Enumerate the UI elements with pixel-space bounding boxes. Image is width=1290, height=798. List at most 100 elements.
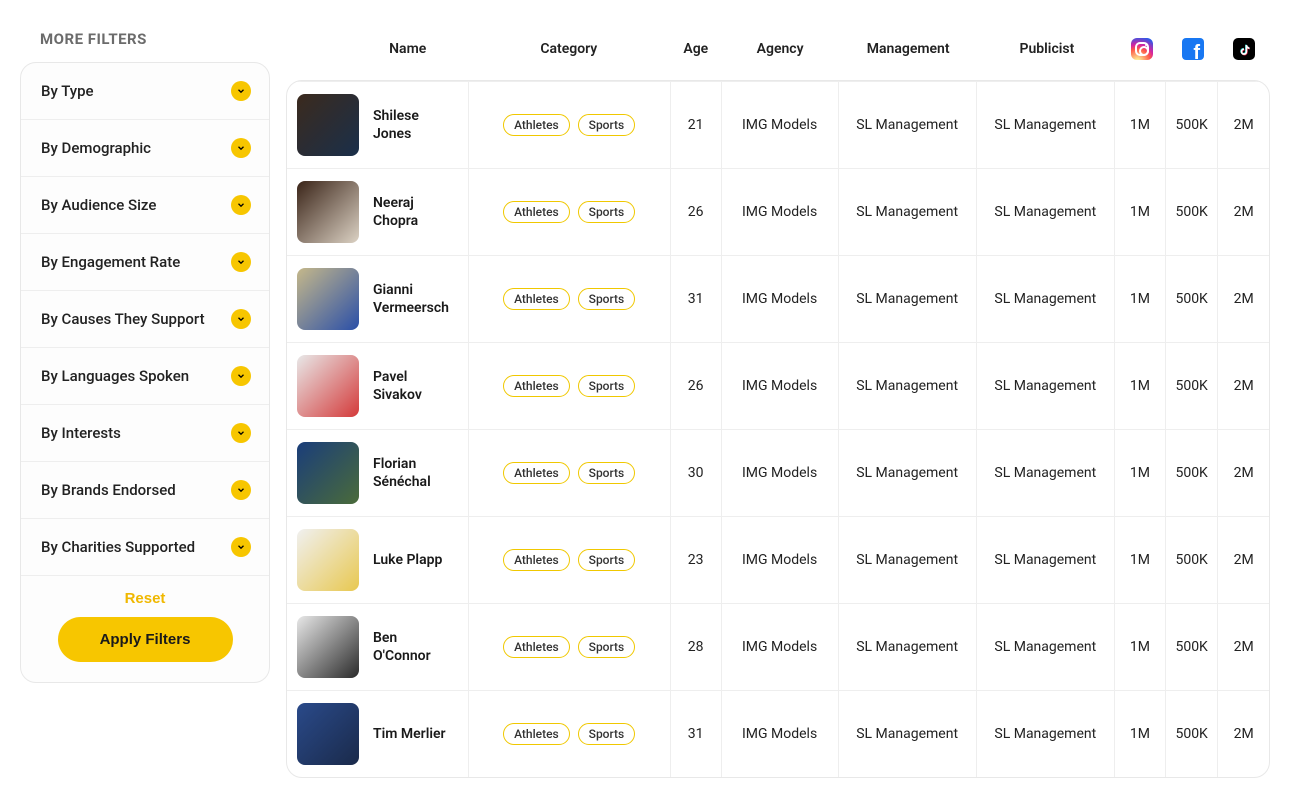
avatar: [297, 355, 359, 417]
chevron-down-icon: [231, 309, 251, 329]
tiktok-cell: 2M: [1218, 343, 1269, 430]
column-header-age[interactable]: Age: [670, 20, 721, 78]
filter-label: By Charities Supported: [41, 538, 195, 556]
avatar: [297, 94, 359, 156]
column-header-management[interactable]: Management: [839, 20, 978, 78]
filter-label: By Interests: [41, 424, 121, 442]
publicist-cell: SL Management: [976, 169, 1114, 256]
instagram-icon: [1131, 38, 1153, 60]
management-cell: SL Management: [838, 604, 976, 691]
column-header-tiktok[interactable]: [1219, 20, 1270, 78]
person-name: Florian Sénéchal: [373, 455, 453, 491]
agency-cell: IMG Models: [721, 256, 838, 343]
age-cell: 28: [670, 604, 721, 691]
table-row[interactable]: Luke PlappAthletesSports23IMG ModelsSL M…: [287, 517, 1269, 604]
filter-label: By Causes They Support: [41, 310, 205, 328]
column-header-publicist[interactable]: Publicist: [978, 20, 1117, 78]
avatar: [297, 181, 359, 243]
person-name: Ben O'Connor: [373, 629, 453, 665]
instagram-cell: 1M: [1114, 343, 1165, 430]
chevron-down-icon: [231, 195, 251, 215]
tiktok-icon: [1233, 38, 1255, 60]
filters-sidebar: MORE FILTERS By TypeBy DemographicBy Aud…: [20, 20, 270, 778]
age-cell: 26: [670, 169, 721, 256]
category-tag: Sports: [578, 462, 636, 484]
avatar: [297, 529, 359, 591]
filter-item[interactable]: By Charities Supported: [21, 519, 269, 576]
filter-item[interactable]: By Languages Spoken: [21, 348, 269, 405]
age-cell: 30: [670, 430, 721, 517]
tiktok-cell: 2M: [1218, 82, 1269, 169]
person-name: Tim Merlier: [373, 725, 446, 743]
table-row[interactable]: Tim MerlierAthletesSports31IMG ModelsSL …: [287, 691, 1269, 778]
column-header-instagram[interactable]: [1116, 20, 1167, 78]
management-cell: SL Management: [838, 430, 976, 517]
table-row[interactable]: Florian SénéchalAthletesSports30IMG Mode…: [287, 430, 1269, 517]
publicist-cell: SL Management: [976, 430, 1114, 517]
instagram-cell: 1M: [1114, 517, 1165, 604]
facebook-cell: 500K: [1165, 691, 1218, 778]
filter-list: By Type By Demographic By Audience Size By …: [20, 62, 270, 683]
age-cell: 31: [670, 256, 721, 343]
agency-cell: IMG Models: [721, 343, 838, 430]
management-cell: SL Management: [838, 691, 976, 778]
instagram-cell: 1M: [1114, 430, 1165, 517]
avatar: [297, 616, 359, 678]
filter-item[interactable]: By Interests: [21, 405, 269, 462]
facebook-cell: 500K: [1165, 343, 1218, 430]
column-header-name[interactable]: Name: [286, 20, 467, 78]
person-name: Pavel Sivakov: [373, 368, 453, 404]
filter-label: By Demographic: [41, 139, 151, 157]
chevron-down-icon: [231, 81, 251, 101]
tiktok-cell: 2M: [1218, 517, 1269, 604]
instagram-cell: 1M: [1114, 256, 1165, 343]
column-header-agency[interactable]: Agency: [721, 20, 838, 78]
tiktok-cell: 2M: [1218, 604, 1269, 691]
filter-label: By Brands Endorsed: [41, 481, 176, 499]
age-cell: 31: [670, 691, 721, 778]
chevron-down-icon: [231, 480, 251, 500]
filter-label: By Audience Size: [41, 196, 156, 214]
filter-item[interactable]: By Causes They Support: [21, 291, 269, 348]
table-row[interactable]: Gianni VermeerschAthletesSports31IMG Mod…: [287, 256, 1269, 343]
category-tag: Athletes: [503, 288, 570, 310]
category-tag: Athletes: [503, 549, 570, 571]
table-row[interactable]: Shilese JonesAthletesSports21IMG ModelsS…: [287, 82, 1269, 169]
chevron-down-icon: [231, 252, 251, 272]
category-tag: Sports: [578, 636, 636, 658]
chevron-down-icon: [231, 366, 251, 386]
publicist-cell: SL Management: [976, 256, 1114, 343]
facebook-cell: 500K: [1165, 256, 1218, 343]
agency-cell: IMG Models: [721, 604, 838, 691]
column-header-category[interactable]: Category: [467, 20, 670, 78]
apply-filters-button[interactable]: Apply Filters: [58, 617, 233, 662]
chevron-down-icon: [231, 423, 251, 443]
facebook-icon: f: [1182, 38, 1204, 60]
filter-item[interactable]: By Type: [21, 63, 269, 120]
management-cell: SL Management: [838, 517, 976, 604]
filter-item[interactable]: By Demographic: [21, 120, 269, 177]
filter-label: By Type: [41, 82, 94, 100]
management-cell: SL Management: [838, 256, 976, 343]
facebook-cell: 500K: [1165, 604, 1218, 691]
age-cell: 23: [670, 517, 721, 604]
filter-label: By Languages Spoken: [41, 367, 189, 385]
person-name: Gianni Vermeersch: [373, 281, 453, 317]
agency-cell: IMG Models: [721, 82, 838, 169]
filter-item[interactable]: By Engagement Rate: [21, 234, 269, 291]
table-row[interactable]: Ben O'ConnorAthletesSports28IMG ModelsSL…: [287, 604, 1269, 691]
person-name: Neeraj Chopra: [373, 194, 453, 230]
table-row[interactable]: Neeraj ChopraAthletesSports26IMG ModelsS…: [287, 169, 1269, 256]
column-header-facebook[interactable]: f: [1167, 20, 1218, 78]
category-tag: Athletes: [503, 462, 570, 484]
table-row[interactable]: Pavel SivakovAthletesSports26IMG ModelsS…: [287, 343, 1269, 430]
publicist-cell: SL Management: [976, 343, 1114, 430]
category-cell: AthletesSports: [477, 375, 662, 397]
agency-cell: IMG Models: [721, 169, 838, 256]
reset-button[interactable]: Reset: [125, 590, 166, 607]
management-cell: SL Management: [838, 169, 976, 256]
filter-item[interactable]: By Brands Endorsed: [21, 462, 269, 519]
filter-item[interactable]: By Audience Size: [21, 177, 269, 234]
category-tag: Sports: [578, 723, 636, 745]
facebook-cell: 500K: [1165, 430, 1218, 517]
